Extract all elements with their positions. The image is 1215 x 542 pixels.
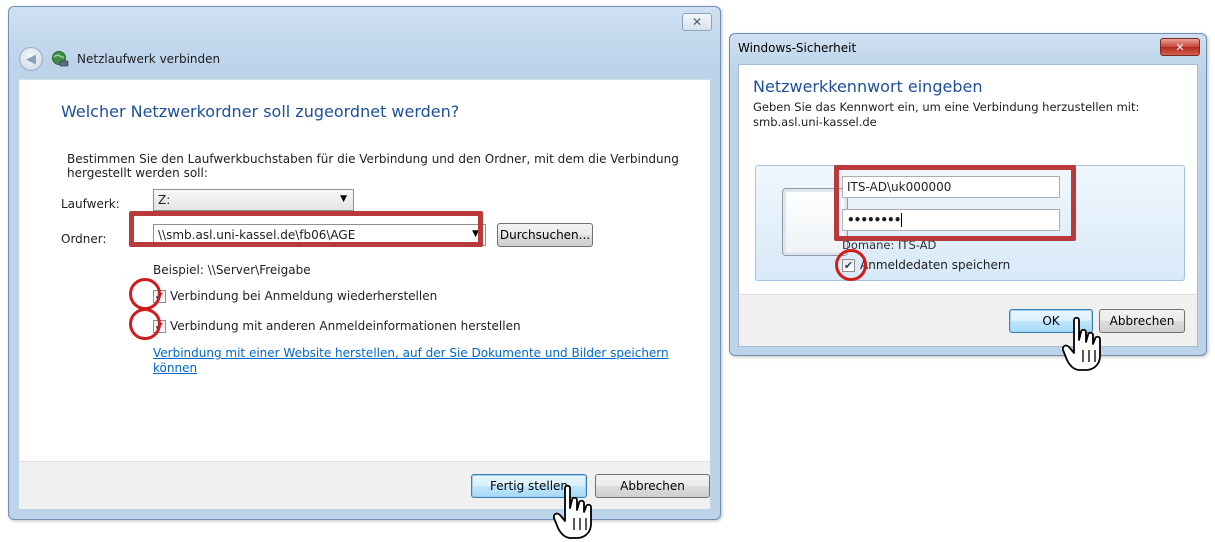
browse-button[interactable]: Durchsuchen... [497, 223, 593, 247]
description-text: Bestimmen Sie den Laufwerkbuchstaben für… [67, 152, 679, 180]
security-cancel-button[interactable]: Abbrechen [1099, 309, 1185, 333]
wizard-titlebar: ◀ Netzlaufwerk verbinden [19, 45, 710, 73]
folder-label: Ordner: [61, 232, 107, 246]
chevron-down-icon: ▼ [340, 194, 347, 204]
windows-security-dialog: Windows-Sicherheit ✕ Netzwerkkennwort ei… [729, 33, 1207, 356]
network-drive-icon [52, 51, 69, 67]
checkmark-icon: ✔ [154, 290, 165, 303]
wizard-close-button[interactable]: ✕ [682, 13, 712, 31]
security-content: Netzwerkkennwort eingeben Geben Sie das … [738, 64, 1198, 347]
wizard-footer: Fertig stellen Abbrechen [19, 461, 710, 509]
ok-button[interactable]: OK [1009, 309, 1093, 333]
password-field[interactable]: •••••••• [842, 209, 1060, 231]
security-instruction: Geben Sie das Kennwort ein, um eine Verb… [753, 100, 1140, 114]
folder-value: \\smb.asl.uni-kassel.de\fb06\AGE [158, 228, 356, 242]
reconnect-label: Verbindung bei Anmeldung wiederherstelle… [170, 289, 438, 303]
finish-button[interactable]: Fertig stellen [471, 474, 587, 498]
folder-combobox[interactable]: \\smb.asl.uni-kassel.de\fb06\AGE ▼ [153, 224, 486, 246]
website-link-line2: können [153, 361, 198, 375]
username-field[interactable]: ITS-AD\uk000000 [842, 176, 1060, 198]
drive-label: Laufwerk: [61, 197, 120, 211]
reconnect-checkbox[interactable]: ✔ [153, 290, 166, 303]
chevron-down-icon: ▼ [472, 229, 479, 239]
credential-tile-panel: ITS-AD\uk000000 •••••••• Domäne: ITS-AD … [755, 165, 1185, 281]
domain-text: Domäne: ITS-AD [842, 238, 937, 252]
close-icon: ✕ [1175, 40, 1185, 54]
cancel-button[interactable]: Abbrechen [595, 474, 710, 498]
website-link-line1: Verbindung mit einer Website herstellen,… [153, 346, 669, 360]
website-link[interactable]: Verbindung mit einer Website herstellen,… [153, 346, 669, 376]
main-instruction: Welcher Netzwerkordner soll zugeordnet w… [61, 102, 460, 121]
back-arrow-icon: ◀ [26, 51, 36, 67]
password-value: •••••••• [847, 213, 901, 227]
security-footer: OK Abbrechen [739, 294, 1197, 346]
wizard-content: Welcher Netzwerkordner soll zugeordnet w… [19, 79, 710, 461]
example-text: Beispiel: \\Server\Freigabe [153, 263, 311, 277]
server-name: smb.asl.uni-kassel.de [753, 115, 877, 129]
security-close-button[interactable]: ✕ [1160, 38, 1200, 56]
other-credentials-checkbox[interactable]: ✔ [153, 320, 166, 333]
user-tile-image [782, 188, 848, 256]
remember-credentials-label: Anmeldedaten speichern [860, 258, 1011, 272]
remember-credentials-checkbox[interactable]: ✔ [842, 259, 855, 272]
text-caret [901, 213, 903, 227]
security-heading: Netzwerkkennwort eingeben [753, 77, 983, 96]
checkmark-icon: ✔ [154, 320, 165, 333]
map-network-drive-window: ✕ ◀ Netzlaufwerk verbinden Welcher Netzw… [8, 6, 721, 520]
drive-select[interactable]: Z: ▼ [153, 189, 354, 211]
wizard-title: Netzlaufwerk verbinden [77, 52, 221, 66]
close-icon: ✕ [691, 15, 703, 29]
back-button[interactable]: ◀ [19, 47, 43, 71]
drive-value: Z: [158, 193, 171, 207]
security-title: Windows-Sicherheit [738, 41, 857, 55]
other-credentials-label: Verbindung mit anderen Anmeldeinformatio… [170, 319, 521, 333]
username-value: ITS-AD\uk000000 [847, 180, 952, 194]
checkmark-icon: ✔ [843, 259, 854, 272]
